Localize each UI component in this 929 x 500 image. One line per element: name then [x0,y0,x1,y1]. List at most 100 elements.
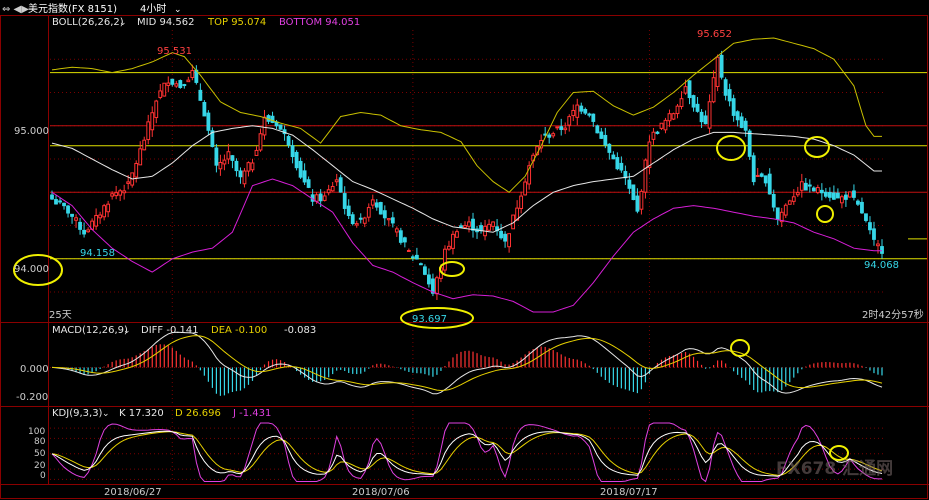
price-tick-95: 95.000 [14,126,49,137]
candle-up [246,162,251,172]
label-93697: 93.697 [412,314,447,325]
candle-up [663,119,668,131]
candle-up [563,127,568,131]
candle-up [226,151,231,160]
candlesticks[interactable] [50,50,884,300]
candle-down [503,233,507,242]
candle-up [98,214,103,219]
macd-diff-value: DIFF -0.141 [141,325,199,336]
candle-down [619,162,624,171]
candle-down [723,79,728,96]
candle-up [639,190,644,210]
candle-down [350,214,355,225]
candle-down [410,256,415,259]
highlight-circle [730,339,750,357]
candle-down [835,192,840,199]
candle-up [106,203,111,213]
label-95652: 95.652 [697,29,732,40]
candle-down [763,175,768,184]
price-tick-94: 94.000 [14,264,49,275]
candle-up [507,233,512,248]
candle-down [615,157,620,170]
candle-up [519,195,524,209]
candle-up [711,77,716,103]
candle-up [314,194,319,202]
candle-up [158,90,163,98]
boll-bottom-value: BOTTOM 94.051 [279,17,360,28]
candle-up [643,159,648,193]
candle-up [683,86,688,94]
candle-down [278,124,283,130]
macd-series [51,331,883,396]
candle-up [571,109,576,117]
kdj-chevron-icon: ⌄ [102,409,110,419]
candle-up [715,56,720,87]
candle-down [699,111,704,123]
boll-mid-value: MID 94.562 [137,17,194,28]
candle-down [422,266,427,275]
forex-chart[interactable]: ⇔ ◀▶ 美元指数(FX 8151) 4小时 ⌄ BOLL(26,26,2) ⌄… [0,0,929,500]
candle-down [719,54,724,78]
candle-up [190,70,195,79]
kdj-tick-80: 80 [34,437,46,447]
candle-up [647,141,652,169]
candle-down [318,193,323,202]
candle-up [839,196,844,204]
candle-down [471,218,475,231]
candle-up [791,196,796,202]
candle-up [122,190,127,194]
candle-up [575,104,580,118]
highlight-circle [829,445,849,461]
candle-up [150,112,155,131]
candle-up [555,126,560,129]
candle-up [667,113,672,122]
candle-down [691,95,696,108]
label-94068: 94.068 [864,260,899,271]
candle-down [402,237,407,243]
candle-down [306,179,311,188]
candle-down [202,102,207,117]
candle-down [747,130,752,157]
candle-up [174,83,179,87]
candle-up [659,122,664,129]
candle-down [338,177,343,193]
candle-down [599,131,604,139]
candle-up [523,181,528,196]
kdj-series [51,422,883,483]
candle-down [579,105,584,112]
candle-down [286,136,291,146]
timeframe-chevron-icon: ⌄ [174,5,182,15]
outer-frame [0,15,928,499]
period-label: 25天 [49,310,72,321]
candle-up [491,221,495,227]
candle-down [631,184,636,201]
candle-down [627,179,632,189]
candle-down [414,254,419,260]
candle-up [222,159,227,165]
candle-up [455,231,459,238]
candle-down [62,202,66,207]
candle-down [398,230,403,243]
macd-dea-value: DEA -0.100 [211,325,267,336]
candle-up [435,277,439,295]
candle-up [783,204,788,216]
countdown-timer: 2时42分57秒 [862,308,924,321]
candle-up [795,192,800,196]
candle-down [739,116,744,128]
candle-down [346,205,351,216]
candle-up [354,223,359,226]
candle-up [326,189,331,194]
candle-down [635,195,640,212]
candle-up [675,105,680,115]
candle-up [334,179,339,183]
candle-down [427,274,431,285]
candle-up [799,181,804,191]
kdj-k-value: K 17.320 [119,408,164,419]
candle-up [707,101,712,129]
kdj-tick-50: 50 [34,449,46,459]
candle-up [166,82,171,86]
candle-down [827,192,832,198]
candle-down [591,113,596,122]
candle-down [603,134,608,146]
candle-down [803,182,808,191]
